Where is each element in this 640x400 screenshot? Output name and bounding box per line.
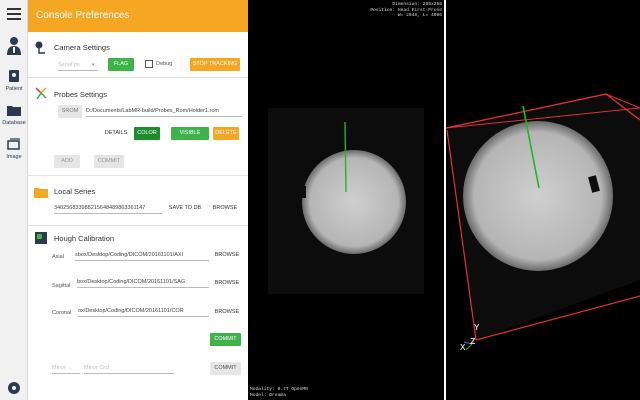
nav-label-image: Image bbox=[6, 154, 22, 160]
hough-commit-button[interactable]: COMMIT bbox=[210, 333, 241, 346]
nav-item-image[interactable]: Image bbox=[0, 138, 28, 160]
viewer-axial[interactable]: Dimension: 256x256 Position: Head First-… bbox=[248, 0, 444, 400]
debug-label: Debug bbox=[156, 61, 173, 67]
coronal-browse-button[interactable]: BROWSE bbox=[212, 306, 242, 319]
details-button[interactable]: DETAILS bbox=[102, 127, 130, 140]
visible-button[interactable]: VISIBLE bbox=[171, 127, 209, 140]
coronal-path-field[interactable]: ox/Desktop/Coding/DICOM/20161101/COR bbox=[78, 305, 209, 317]
axis-z-label: Z bbox=[470, 337, 476, 347]
panel-header: Console Preferences bbox=[28, 0, 248, 32]
nav-item-patient[interactable]: Patient bbox=[0, 70, 28, 92]
model-text: Model: Dreama bbox=[250, 392, 286, 398]
image-icon bbox=[7, 138, 20, 150]
patient-icon bbox=[9, 70, 19, 82]
console-panel: Console Preferences Camera Settings Seri… bbox=[28, 0, 248, 400]
sagittal-label: Sagittal bbox=[52, 283, 71, 289]
coronal-label: Coronal bbox=[52, 310, 72, 316]
chevron-down-icon: ▾ bbox=[92, 62, 95, 68]
sagittal-browse-button[interactable]: BROWSE bbox=[212, 277, 242, 290]
color-button[interactable]: COLOR bbox=[134, 127, 160, 140]
hough-calibration-section: Hough Calibration Axial sbox/Desktop/Cod… bbox=[28, 226, 248, 400]
minor-commit-button[interactable]: COMMIT bbox=[210, 362, 241, 375]
minor-field[interactable]: Minor ... bbox=[52, 362, 80, 374]
local-browse-button[interactable]: BROWSE bbox=[210, 202, 240, 215]
camera-icon bbox=[35, 41, 45, 54]
folder-icon bbox=[34, 188, 48, 198]
modality-text: Modality: 0.7T OpenMR bbox=[250, 387, 308, 392]
flag-button[interactable]: FLAG bbox=[108, 58, 134, 71]
camera-settings-section: Camera Settings Serial po ▾ FLAG Debug S… bbox=[28, 32, 248, 78]
series-uid-field[interactable]: 340256833988215648489863361147 bbox=[54, 202, 162, 214]
hough-calibration-title: Hough Calibration bbox=[54, 234, 115, 243]
doctor-avatar-icon[interactable] bbox=[6, 36, 22, 56]
axial-scan-image bbox=[268, 108, 424, 294]
srom-button[interactable]: SROM bbox=[58, 105, 82, 118]
local-series-section: Local Series 340256833988215648489863361… bbox=[28, 176, 248, 226]
local-series-title: Local Series bbox=[54, 187, 96, 196]
nav-item-database[interactable]: Database bbox=[0, 104, 28, 126]
probes-settings-title: Probes Settings bbox=[54, 90, 107, 99]
viewer-3d[interactable]: Y X Z bbox=[446, 0, 640, 400]
settings-gear-icon[interactable] bbox=[8, 382, 20, 394]
viewer-bottom-info: Modality: 0.7T OpenMR Model: Dreama bbox=[250, 387, 308, 398]
stop-tracking-button[interactable]: STOP TRACKING bbox=[190, 58, 240, 71]
nav-label-patient: Patient bbox=[5, 86, 23, 92]
axial-label: Axial bbox=[52, 254, 64, 260]
probes-commit-button[interactable]: COMMIT bbox=[94, 155, 124, 168]
minor-crcl-field[interactable]: Minor Crcl bbox=[84, 362, 174, 374]
app-root: Patient Database Image Console Preferenc… bbox=[0, 0, 640, 400]
probes-icon bbox=[35, 87, 47, 100]
calibration-icon bbox=[35, 232, 47, 244]
axial-path-field[interactable]: sbox/Desktop/Coding/DICOM/20161101/AXI bbox=[75, 249, 209, 261]
nav-label-database: Database bbox=[2, 120, 26, 126]
hamburger-menu-icon[interactable] bbox=[7, 8, 21, 20]
camera-settings-title: Camera Settings bbox=[54, 43, 110, 52]
probe-rom-path-field[interactable]: D:/Documents/LabMR-build/Probes_Rom/Hold… bbox=[86, 105, 242, 117]
axis-x-label: X bbox=[460, 343, 466, 353]
sagittal-path-field[interactable]: box/Desktop/Coding/DICOM/20161101/SAG bbox=[77, 276, 209, 288]
axis-y-label: Y bbox=[474, 323, 480, 333]
axial-browse-button[interactable]: BROWSE bbox=[212, 249, 242, 262]
probes-settings-section: Probes Settings SROM D:/Documents/LabMR-… bbox=[28, 78, 248, 176]
debug-checkbox[interactable] bbox=[145, 60, 153, 68]
add-probe-button[interactable]: ADD bbox=[54, 155, 80, 168]
left-nav: Patient Database Image bbox=[0, 0, 28, 400]
save-to-db-button[interactable]: SAVE TO DB bbox=[166, 202, 204, 215]
folder-icon bbox=[7, 106, 21, 116]
delete-button[interactable]: DELETE bbox=[213, 127, 239, 140]
